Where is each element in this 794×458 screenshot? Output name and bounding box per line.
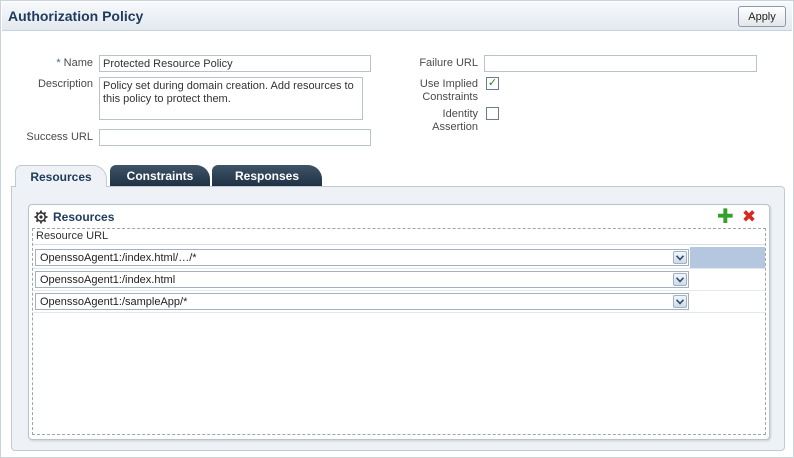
resources-table: Resource URL OpenssoAgent1:/index.html/…… — [32, 228, 766, 435]
authorization-policy-panel: Authorization Policy Apply * Name Descri… — [0, 0, 794, 458]
tab-responses[interactable]: Responses — [212, 165, 322, 187]
resource-url-value: OpenssoAgent1:/sampleApp/* — [40, 296, 188, 308]
chevron-down-icon[interactable] — [673, 273, 687, 286]
failure-url-label: Failure URL — [419, 57, 478, 69]
checkmark-icon: ✓ — [487, 77, 498, 89]
column-header-resource-url: Resource URL — [33, 229, 765, 245]
tab-resources[interactable]: Resources — [15, 165, 107, 187]
success-url-field[interactable] — [99, 129, 371, 146]
tab-bar: Resources Constraints Responses — [11, 165, 785, 187]
add-icon[interactable]: ✚ — [717, 207, 734, 227]
identity-assertion-label: Identity Assertion — [401, 108, 478, 134]
name-label-text: Name — [63, 57, 93, 69]
resources-section-title: Resources — [53, 210, 115, 224]
use-implied-constraints-label-line2: Constraints — [422, 91, 478, 103]
apply-button[interactable]: Apply — [738, 6, 786, 27]
use-implied-constraints-label-line1: Use Implied — [419, 78, 478, 90]
table-row[interactable]: OpenssoAgent1:/sampleApp/* — [33, 291, 765, 313]
identity-assertion-label-line1: Identity — [442, 108, 478, 120]
required-marker: * — [56, 57, 61, 69]
resource-url-select[interactable]: OpenssoAgent1:/index.html/…/* — [35, 249, 689, 266]
identity-assertion-label-line2: Assertion — [432, 121, 478, 133]
resources-tab-panel: Resources ✚ ✖ Resource URL OpenssoAgent1… — [11, 186, 785, 451]
chevron-down-icon[interactable] — [673, 295, 687, 308]
description-field[interactable]: Policy set during domain creation. Add r… — [99, 77, 363, 120]
resources-section-header: Resources ✚ ✖ — [29, 205, 769, 229]
resource-url-value: OpenssoAgent1:/index.html/…/* — [40, 252, 197, 264]
identity-assertion-checkbox[interactable] — [486, 107, 499, 120]
table-row[interactable]: OpenssoAgent1:/index.html/…/* — [33, 247, 765, 269]
use-implied-constraints-label: Use Implied Constraints — [401, 78, 478, 104]
resource-url-select[interactable]: OpenssoAgent1:/sampleApp/* — [35, 293, 689, 310]
tab-constraints[interactable]: Constraints — [110, 165, 210, 187]
description-label: Description — [37, 78, 93, 90]
success-url-label: Success URL — [26, 131, 93, 143]
name-field[interactable] — [99, 55, 371, 72]
chevron-down-icon[interactable] — [673, 251, 687, 264]
delete-icon[interactable]: ✖ — [741, 208, 757, 225]
row-selection-highlight — [690, 247, 765, 268]
gear-icon — [34, 210, 48, 224]
resource-url-value: OpenssoAgent1:/index.html — [40, 274, 176, 286]
page-header: Authorization Policy Apply — [2, 2, 792, 31]
name-label: * Name — [21, 57, 93, 70]
page-title: Authorization Policy — [8, 8, 144, 24]
use-implied-constraints-checkbox[interactable]: ✓ — [486, 77, 499, 90]
resource-url-select[interactable]: OpenssoAgent1:/index.html — [35, 271, 689, 288]
failure-url-field[interactable] — [484, 55, 757, 72]
table-row[interactable]: OpenssoAgent1:/index.html — [33, 269, 765, 291]
resources-section: Resources ✚ ✖ Resource URL OpenssoAgent1… — [28, 204, 770, 440]
